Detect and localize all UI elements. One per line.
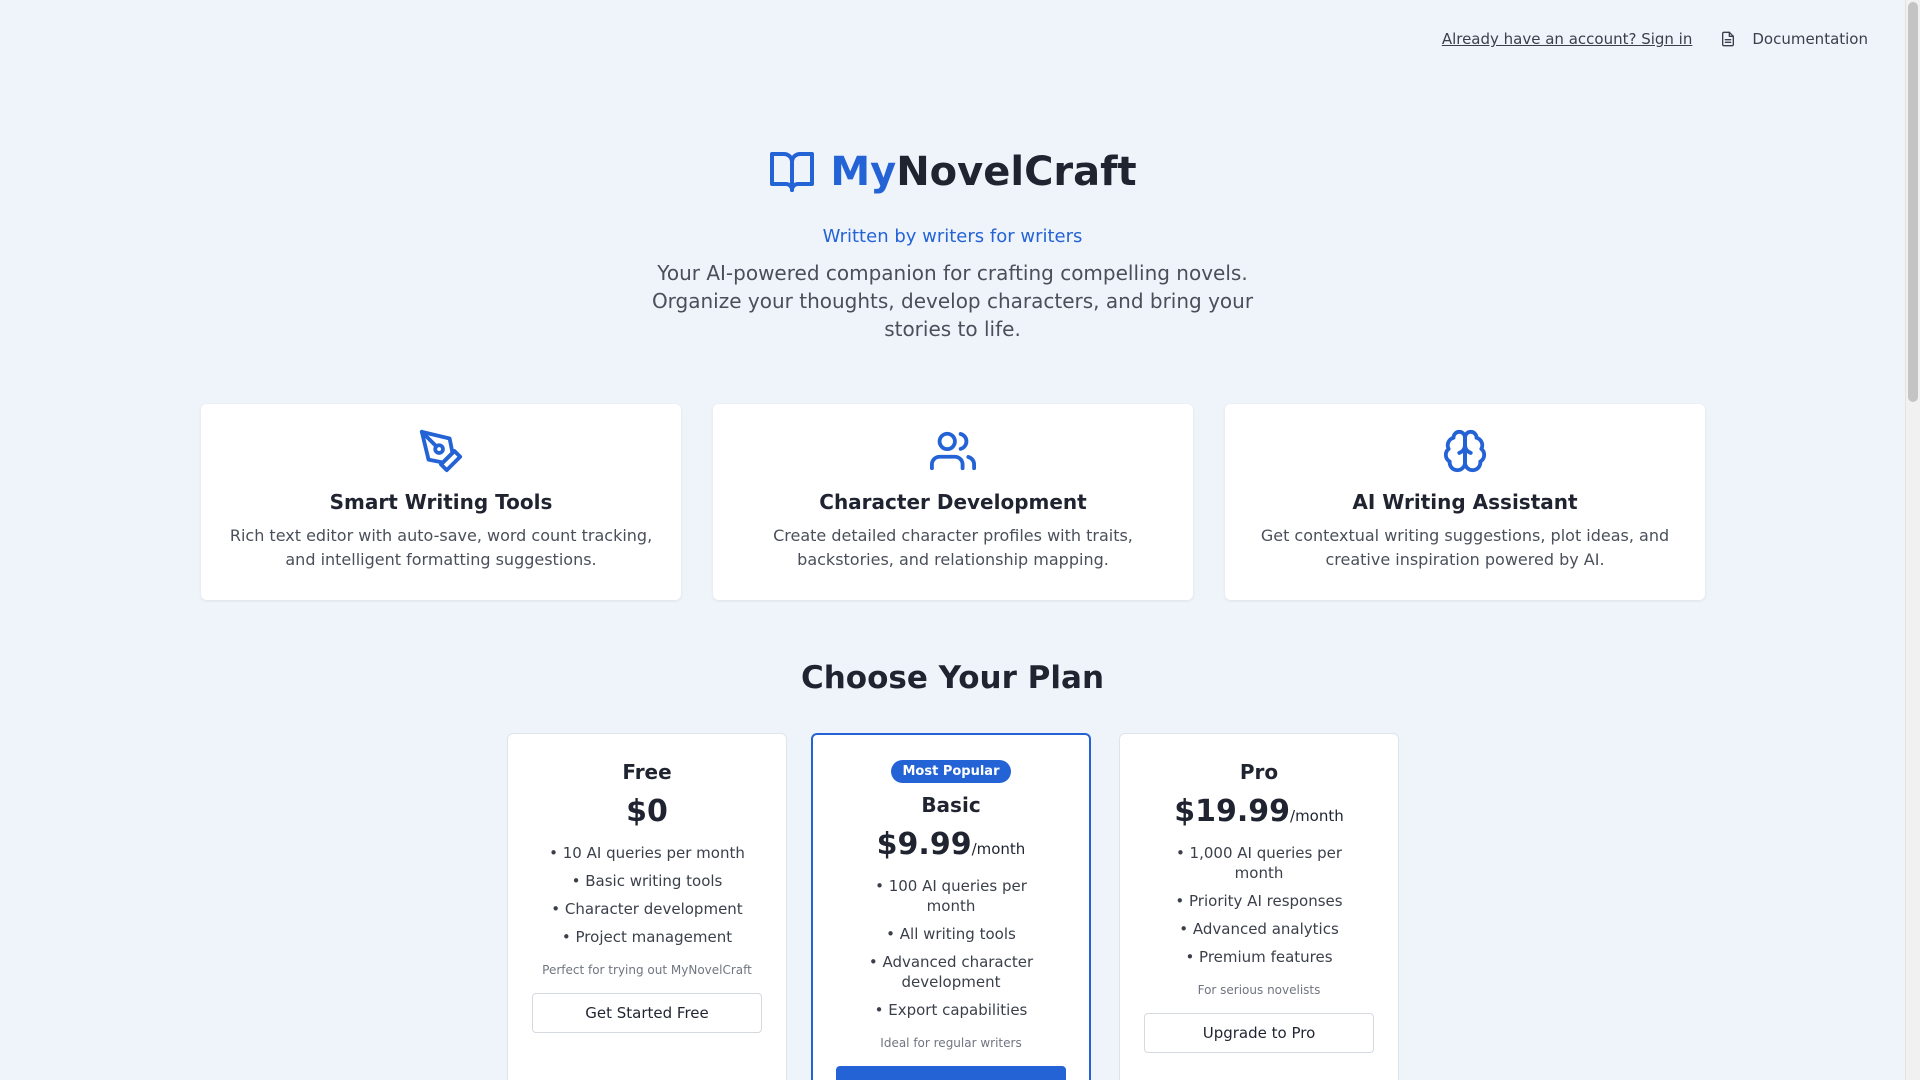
plan-price-period: /month	[1290, 807, 1344, 825]
tagline: Written by writers for writers	[822, 226, 1083, 247]
plan-card-pro: Pro $19.99/month • 1,000 AI queries per …	[1119, 733, 1399, 1080]
plan-price-amount: $0	[626, 794, 668, 829]
feature-title: Character Development	[819, 490, 1087, 514]
feature-card-writing-tools: Smart Writing Tools Rich text editor wit…	[201, 404, 681, 600]
plan-price-amount: $9.99	[876, 827, 972, 862]
feature-description: Get contextual writing suggestions, plot…	[1260, 526, 1670, 569]
plan-note: Ideal for regular writers	[880, 1036, 1022, 1050]
plan-feature-list: • 1,000 AI queries per month • Priority …	[1120, 843, 1398, 967]
plan-feature-item: • Advanced analytics	[1179, 920, 1339, 938]
plan-note: For serious novelists	[1197, 983, 1321, 997]
feature-description: Rich text editor with auto-save, word co…	[229, 526, 653, 569]
documentation-link[interactable]: Documentation	[1720, 30, 1868, 48]
top-navigation: Already have an account? Sign in Documen…	[1442, 30, 1868, 48]
plans-title: Choose Your Plan	[800, 660, 1105, 696]
plan-feature-item: • Character development	[551, 900, 743, 918]
scrollbar-thumb[interactable]	[1908, 2, 1918, 402]
most-popular-badge: Most Popular	[891, 760, 1011, 783]
feature-title: AI Writing Assistant	[1352, 490, 1578, 514]
plan-feature-item: • 100 AI queries per month	[875, 877, 1027, 915]
plan-feature-item: • Export capabilities	[874, 1001, 1028, 1019]
feature-title: Smart Writing Tools	[329, 490, 553, 514]
hero-section: MyNovelCraft Written by writers for writ…	[0, 148, 1905, 343]
plan-feature-item: • Project management	[561, 928, 733, 946]
plan-feature-item: • All writing tools	[886, 925, 1016, 943]
plan-feature-item: • Advanced character development	[868, 953, 1034, 991]
brain-icon	[1443, 429, 1487, 473]
file-text-icon	[1722, 31, 1735, 47]
upgrade-to-pro-button[interactable]: Upgrade to Pro	[1144, 1013, 1374, 1053]
plan-feature-item: • Premium features	[1185, 948, 1333, 966]
plan-name: Basic	[921, 793, 981, 817]
plan-price-amount: $19.99	[1174, 794, 1291, 829]
feature-description: Create detailed character profiles with …	[773, 526, 1133, 569]
users-icon	[930, 431, 976, 471]
plan-card-free: Free $0 • 10 AI queries per month • Basi…	[507, 733, 787, 1080]
plan-price: $9.99/month	[813, 827, 1089, 862]
brand-name-my: My	[830, 149, 897, 195]
signin-link[interactable]: Already have an account? Sign in	[1442, 30, 1693, 48]
plan-name: Pro	[1239, 760, 1279, 784]
documentation-label: Documentation	[1752, 30, 1868, 48]
feature-card-character-development: Character Development Create detailed ch…	[713, 404, 1193, 600]
brand-name: MyNovelCraft	[830, 149, 1136, 195]
plan-price: $19.99/month	[1120, 794, 1398, 829]
plan-feature-list: • 10 AI queries per month • Basic writin…	[508, 843, 786, 947]
page-scrollbar[interactable]	[1905, 0, 1920, 1080]
plan-name: Free	[622, 760, 672, 784]
features-section: Smart Writing Tools Rich text editor wit…	[201, 404, 1705, 600]
plan-feature-list: • 100 AI queries per month • All writing…	[813, 876, 1089, 1020]
feature-card-ai-assistant: AI Writing Assistant Get contextual writ…	[1225, 404, 1705, 600]
plan-feature-item: • 10 AI queries per month	[549, 844, 745, 862]
choose-basic-button[interactable]	[836, 1066, 1066, 1080]
plan-price: $0	[508, 794, 786, 829]
plan-price-period: /month	[971, 840, 1026, 858]
plan-feature-item: • 1,000 AI queries per month	[1175, 844, 1343, 882]
hero-description: Your AI-powered companion for crafting c…	[651, 261, 1254, 341]
book-open-icon	[770, 152, 815, 192]
brand-logo: MyNovelCraft	[768, 148, 1137, 196]
get-started-free-button[interactable]: Get Started Free	[532, 993, 762, 1033]
plan-note: Perfect for trying out MyNovelCraft	[542, 963, 752, 977]
brand-name-rest: NovelCraft	[896, 149, 1137, 195]
plan-feature-item: • Priority AI responses	[1175, 892, 1343, 910]
plan-feature-item: • Basic writing tools	[571, 872, 723, 890]
plan-card-basic: Most Popular Basic $9.99/month • 100 AI …	[811, 733, 1091, 1080]
pen-tool-icon	[419, 429, 463, 473]
